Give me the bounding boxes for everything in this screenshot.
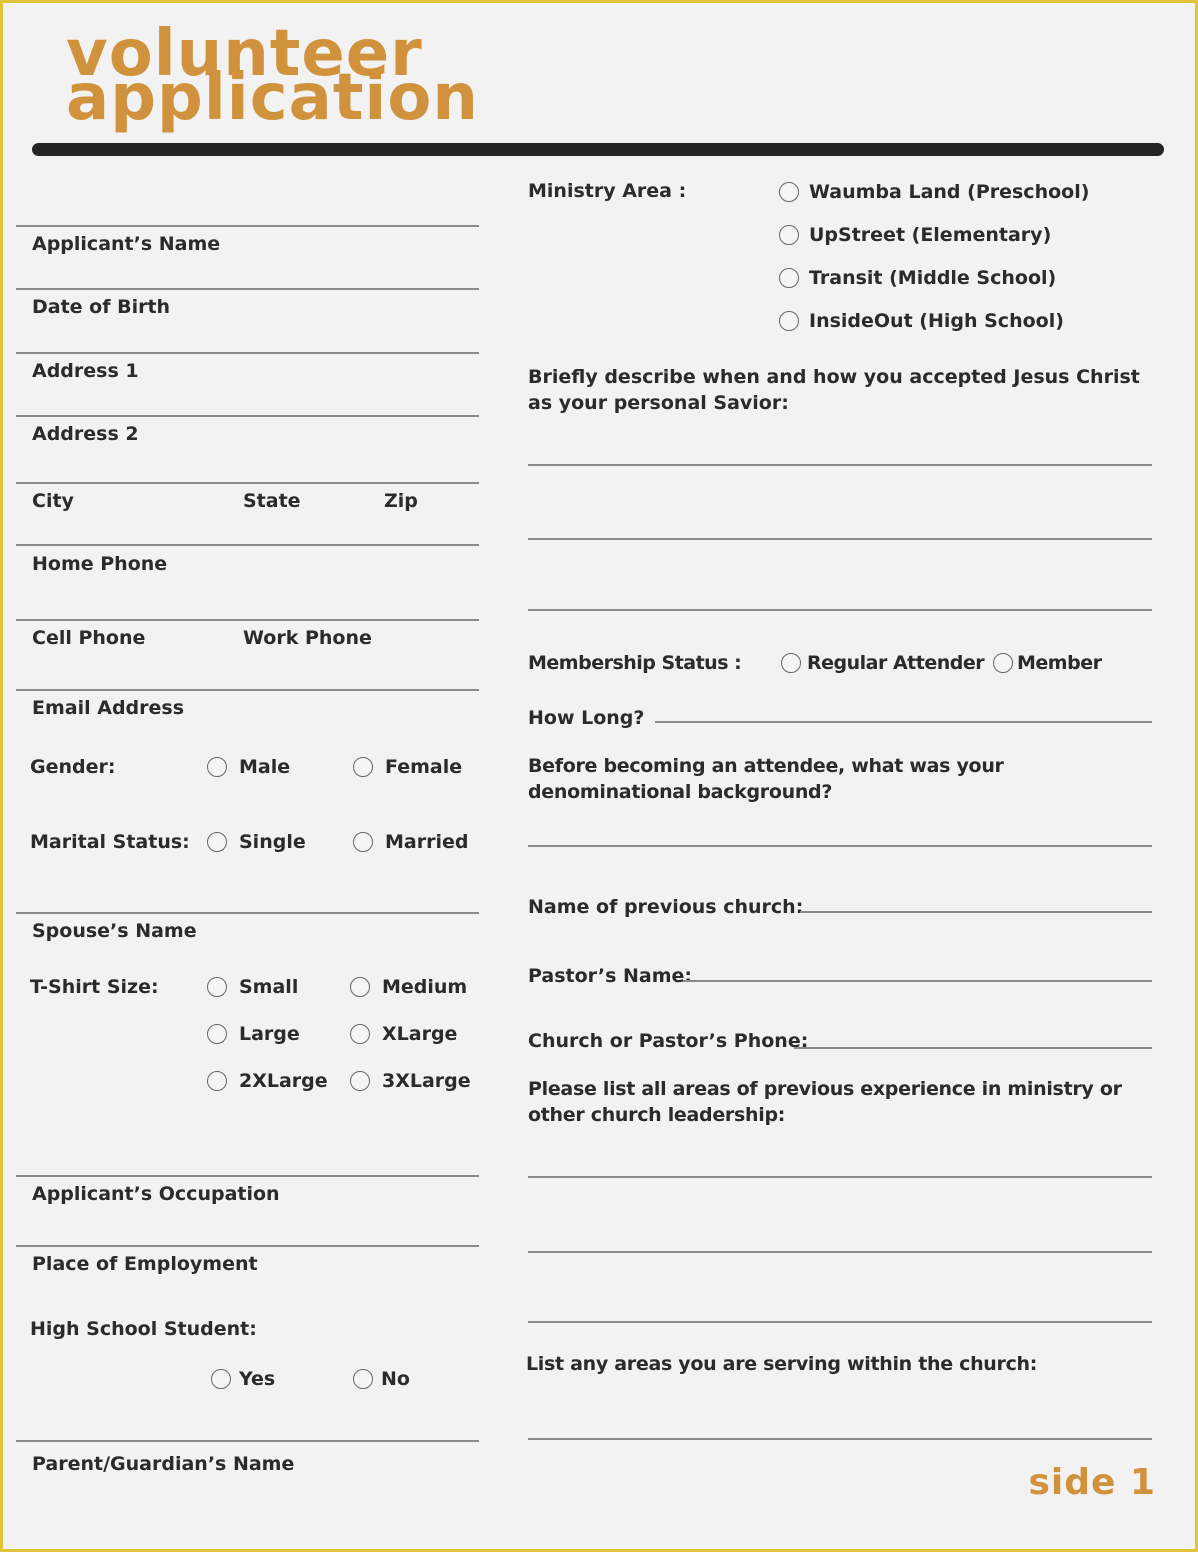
radio-circle-icon <box>350 977 370 997</box>
experience-answer-line-3[interactable] <box>528 1321 1152 1323</box>
home-phone-label: Home Phone <box>32 553 168 575</box>
tshirt-large-radio[interactable]: Large <box>207 1023 300 1045</box>
city-line <box>16 482 479 484</box>
address1-label: Address 1 <box>32 360 139 382</box>
church-phone-line[interactable] <box>794 1047 1152 1049</box>
radio-circle-icon <box>353 832 373 852</box>
ministry-insideout-radio[interactable]: InsideOut (High School) <box>779 310 1064 332</box>
header-divider <box>32 143 1164 156</box>
savior-answer-line-3[interactable] <box>528 609 1152 611</box>
spouse-line <box>16 912 479 914</box>
how-long-label: How Long? <box>528 707 645 729</box>
serving-answer-line[interactable] <box>528 1438 1152 1440</box>
denomination-answer-line[interactable] <box>528 845 1152 847</box>
radio-circle-icon <box>779 225 799 245</box>
experience-answer-line-1[interactable] <box>528 1176 1152 1178</box>
church-phone-label: Church or Pastor’s Phone: <box>528 1030 809 1052</box>
hs-no-radio[interactable]: No <box>353 1368 410 1390</box>
hs-yes-radio[interactable]: Yes <box>211 1368 275 1390</box>
previous-church-line[interactable] <box>800 911 1152 913</box>
dob-label: Date of Birth <box>32 296 171 318</box>
tshirt-small-radio[interactable]: Small <box>207 976 298 998</box>
radio-circle-icon <box>779 311 799 331</box>
radio-circle-icon <box>207 832 227 852</box>
cell-phone-line <box>16 619 479 621</box>
hs-student-label: High School Student: <box>30 1318 257 1340</box>
experience-answer-line-2[interactable] <box>528 1251 1152 1253</box>
marital-label: Marital Status: <box>30 831 190 853</box>
tshirt-medium-radio[interactable]: Medium <box>350 976 467 998</box>
tshirt-label: T-Shirt Size: <box>30 976 159 998</box>
tshirt-3xlarge-radio[interactable]: 3XLarge <box>350 1070 471 1092</box>
membership-label: Membership Status : <box>528 652 742 674</box>
radio-circle-icon <box>350 1071 370 1091</box>
radio-circle-icon <box>207 757 227 777</box>
ministry-label: Ministry Area : <box>528 180 687 202</box>
membership-attender-radio[interactable]: Regular Attender <box>781 652 985 674</box>
parent-line <box>16 1440 479 1442</box>
ministry-transit-radio[interactable]: Transit (Middle School) <box>779 267 1056 289</box>
serving-question: List any areas you are serving within th… <box>526 1353 1038 1375</box>
applicant-name-line <box>16 225 479 227</box>
radio-circle-icon <box>779 182 799 202</box>
work-phone-label: Work Phone <box>243 627 372 649</box>
ministry-upstreet-radio[interactable]: UpStreet (Elementary) <box>779 224 1051 246</box>
radio-circle-icon <box>993 653 1013 673</box>
previous-church-label: Name of previous church: <box>528 896 804 918</box>
radio-circle-icon <box>207 977 227 997</box>
address2-label: Address 2 <box>32 423 139 445</box>
radio-circle-icon <box>207 1071 227 1091</box>
employment-label: Place of Employment <box>32 1253 258 1275</box>
marital-single-radio[interactable]: Single <box>207 831 306 853</box>
radio-circle-icon <box>211 1369 231 1389</box>
email-label: Email Address <box>32 697 185 719</box>
ministry-waumba-radio[interactable]: Waumba Land (Preschool) <box>779 181 1089 203</box>
savior-answer-line-1[interactable] <box>528 464 1152 466</box>
employment-line <box>16 1245 479 1247</box>
how-long-line[interactable] <box>655 721 1152 723</box>
gender-label: Gender: <box>30 756 116 778</box>
address1-line <box>16 352 479 354</box>
address2-line <box>16 415 479 417</box>
zip-label: Zip <box>384 490 418 512</box>
savior-question: Briefly describe when and how you accept… <box>528 366 1140 414</box>
occupation-label: Applicant’s Occupation <box>32 1183 280 1205</box>
radio-circle-icon <box>207 1024 227 1044</box>
gender-female-radio[interactable]: Female <box>353 756 462 778</box>
pastor-name-label: Pastor’s Name: <box>528 965 692 987</box>
radio-circle-icon <box>350 1024 370 1044</box>
gender-male-radio[interactable]: Male <box>207 756 290 778</box>
parent-label: Parent/Guardian’s Name <box>32 1453 295 1475</box>
tshirt-xlarge-radio[interactable]: XLarge <box>350 1023 457 1045</box>
applicant-name-label: Applicant’s Name <box>32 233 221 255</box>
occupation-line <box>16 1175 479 1177</box>
cell-phone-label: Cell Phone <box>32 627 146 649</box>
pastor-name-line[interactable] <box>683 980 1152 982</box>
spouse-label: Spouse’s Name <box>32 920 197 942</box>
email-line <box>16 689 479 691</box>
experience-question: Please list all areas of previous experi… <box>528 1078 1122 1126</box>
radio-circle-icon <box>779 268 799 288</box>
state-label: State <box>243 490 301 512</box>
city-label: City <box>32 490 74 512</box>
home-phone-line <box>16 544 479 546</box>
title-application: application <box>66 61 479 135</box>
savior-answer-line-2[interactable] <box>528 538 1152 540</box>
denomination-question: Before becoming an attendee, what was yo… <box>528 755 1004 803</box>
radio-circle-icon <box>353 757 373 777</box>
radio-circle-icon <box>353 1369 373 1389</box>
marital-married-radio[interactable]: Married <box>353 831 468 853</box>
tshirt-2xlarge-radio[interactable]: 2XLarge <box>207 1070 328 1092</box>
membership-member-radio[interactable]: Member <box>993 652 1102 674</box>
side-number: side 1 <box>1028 1462 1156 1503</box>
dob-line <box>16 288 479 290</box>
radio-circle-icon <box>781 653 801 673</box>
